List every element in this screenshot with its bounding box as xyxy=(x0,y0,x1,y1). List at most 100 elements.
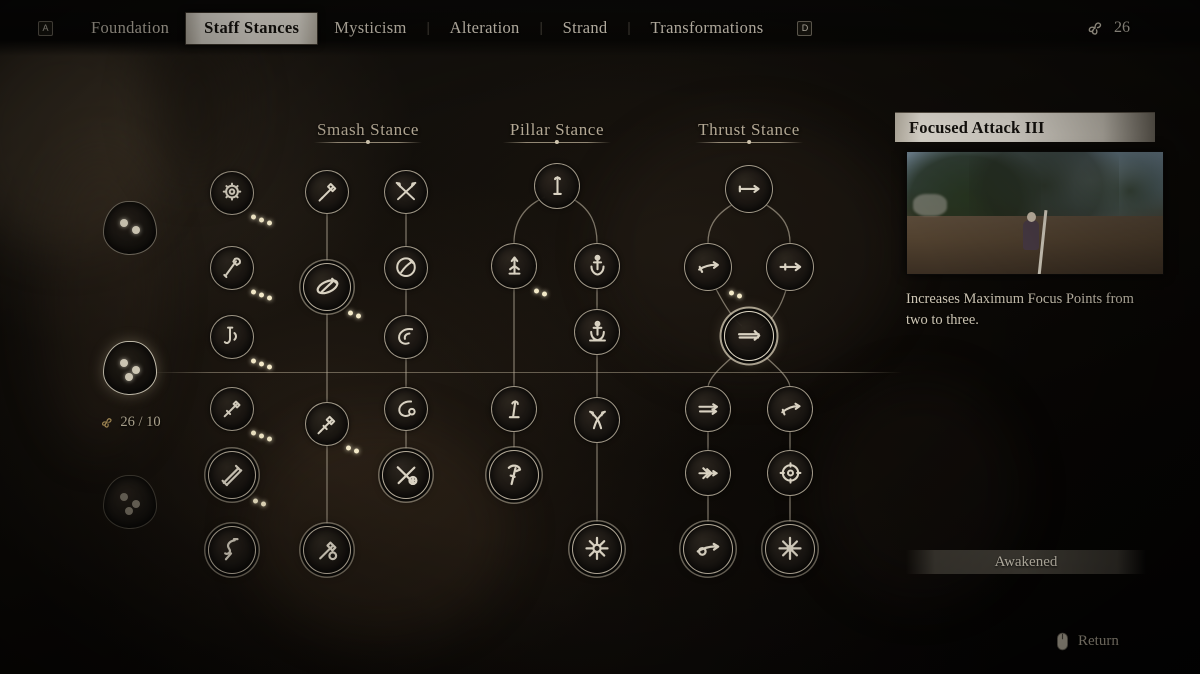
skill-node-feather-thrust[interactable] xyxy=(685,450,731,496)
rank-pip xyxy=(251,289,256,295)
rank-pip xyxy=(259,292,264,298)
thrust-line-icon xyxy=(738,184,760,193)
skill-node-burst-cross[interactable] xyxy=(382,451,430,499)
stance-header-thrust-stance: Thrust Stance xyxy=(695,120,803,144)
skill-node-thrust-combo[interactable] xyxy=(685,386,731,432)
mouse-icon xyxy=(1057,632,1068,651)
skill-node-club-strike[interactable] xyxy=(210,246,254,290)
anchor-slam-icon xyxy=(589,254,605,276)
rank-pip xyxy=(261,501,266,507)
node-rank-pips xyxy=(251,430,272,442)
stance-header-label: Pillar Stance xyxy=(509,120,605,139)
skill-node-star-thrust[interactable] xyxy=(765,524,815,574)
rank-pip xyxy=(267,295,272,301)
prev-tab-key-icon[interactable]: A xyxy=(38,20,53,36)
skill-node-cross-strike[interactable] xyxy=(384,170,428,214)
skill-node-spin-smash[interactable] xyxy=(303,263,351,311)
node-rank-pips xyxy=(534,288,547,297)
tier-icon-1[interactable] xyxy=(103,201,157,255)
tier-cost-text: 26 / 10 xyxy=(120,414,161,430)
return-label: Return xyxy=(1078,633,1119,649)
tier-icon-2[interactable] xyxy=(103,341,157,395)
skill-detail-panel: Focused Attack III Increases Maximum Foc… xyxy=(895,112,1164,574)
skill-node-pillar-smash[interactable] xyxy=(303,526,351,574)
skill-node-target-ring[interactable] xyxy=(767,450,813,496)
return-button[interactable]: Return xyxy=(1055,632,1119,651)
tab-separator: | xyxy=(627,19,631,36)
skill-node-thrust-sweep[interactable] xyxy=(767,386,813,432)
focused-attack-icon xyxy=(737,330,761,341)
crossed-tools-icon xyxy=(588,410,606,429)
rank-pip xyxy=(267,364,272,370)
skill-preview-video xyxy=(906,151,1164,275)
stance-header-smash-stance: Smash Stance xyxy=(313,120,422,144)
rank-pip xyxy=(348,310,353,316)
skill-node-arc-slash[interactable] xyxy=(384,246,428,290)
pillar-raise-icon xyxy=(508,255,520,275)
tier-icon-3[interactable] xyxy=(103,475,157,529)
rank-pip xyxy=(354,448,359,454)
tier-gem xyxy=(132,226,140,234)
skill-node-thrust-line[interactable] xyxy=(725,165,773,213)
skill-node-anchor-slam[interactable] xyxy=(574,243,620,289)
tab-staff-stances[interactable]: Staff Stances xyxy=(185,11,319,45)
skill-node-pillar-raise[interactable] xyxy=(491,243,537,289)
pillar-smash-icon xyxy=(318,541,337,560)
stance-header-pillar-stance: Pillar Stance xyxy=(502,120,611,144)
skill-node-pillar-swing[interactable] xyxy=(491,386,537,432)
skill-tree-screen: A Foundation Staff Stances Mysticism | Alter… xyxy=(0,0,1200,674)
thrust-lunge-icon xyxy=(697,260,719,273)
skill-node-twin-staff[interactable] xyxy=(208,451,256,499)
anchor-ground-icon xyxy=(588,320,606,342)
pillar-base-icon xyxy=(552,175,562,195)
tier-gem xyxy=(132,366,140,374)
skill-node-thrust-pierce[interactable] xyxy=(766,243,814,291)
skill-title: Focused Attack III xyxy=(895,112,1155,142)
rank-pip xyxy=(346,445,351,451)
skill-node-coil-strike[interactable] xyxy=(208,526,256,574)
pillar-hammer-icon xyxy=(507,464,522,486)
tab-separator: | xyxy=(426,19,430,36)
hook-swing-icon xyxy=(223,326,237,344)
rank-pip xyxy=(267,220,272,226)
tab-strand[interactable]: Strand xyxy=(547,14,624,42)
moon-orb-icon xyxy=(398,400,416,417)
skill-node-crossed-tools[interactable] xyxy=(574,397,620,443)
staff-thrust-icon xyxy=(223,400,241,418)
pillar-swing-icon xyxy=(508,399,520,418)
tab-alteration[interactable]: Alteration xyxy=(434,14,536,42)
skill-node-moon-orb[interactable] xyxy=(384,387,428,431)
smash-down-icon xyxy=(318,183,337,202)
spin-smash-icon xyxy=(316,277,338,294)
skill-node-radiant-burst[interactable] xyxy=(572,524,622,574)
skill-node-pillar-hammer[interactable] xyxy=(489,450,539,500)
crescent-icon xyxy=(398,328,414,345)
skill-node-thrust-lunge[interactable] xyxy=(684,243,732,291)
gear-ring-icon xyxy=(222,182,242,201)
skill-node-gear-ring[interactable] xyxy=(210,171,254,215)
rank-pip xyxy=(737,293,742,299)
skill-node-staff-thrust[interactable] xyxy=(210,387,254,431)
skill-node-crescent[interactable] xyxy=(384,315,428,359)
rank-pip xyxy=(267,436,272,442)
skill-point-value: 26 xyxy=(1114,19,1130,36)
thrust-sweep-icon xyxy=(780,402,801,415)
skill-node-pillar-base[interactable] xyxy=(534,163,580,209)
node-rank-pips xyxy=(251,289,272,301)
skill-node-smash-down[interactable] xyxy=(305,170,349,214)
tab-foundation[interactable]: Foundation xyxy=(75,14,185,42)
triskelion-icon xyxy=(102,418,112,428)
top-navigation-bar: A Foundation Staff Stances Mysticism | Alter… xyxy=(0,0,1200,56)
skill-node-focused-attack[interactable] xyxy=(724,311,774,361)
skill-node-anchor-ground[interactable] xyxy=(574,309,620,355)
next-tab-key-icon[interactable]: D xyxy=(797,20,813,36)
tab-transformations[interactable]: Transformations xyxy=(635,14,780,42)
rank-pip xyxy=(729,290,734,296)
rank-pip xyxy=(356,313,361,319)
node-rank-pips xyxy=(348,310,361,319)
skill-node-heavy-smash[interactable] xyxy=(305,402,349,446)
tab-mysticism[interactable]: Mysticism xyxy=(318,14,422,42)
rank-pip xyxy=(253,498,258,504)
skill-node-spear-charge[interactable] xyxy=(683,524,733,574)
skill-node-hook-swing[interactable] xyxy=(210,315,254,359)
